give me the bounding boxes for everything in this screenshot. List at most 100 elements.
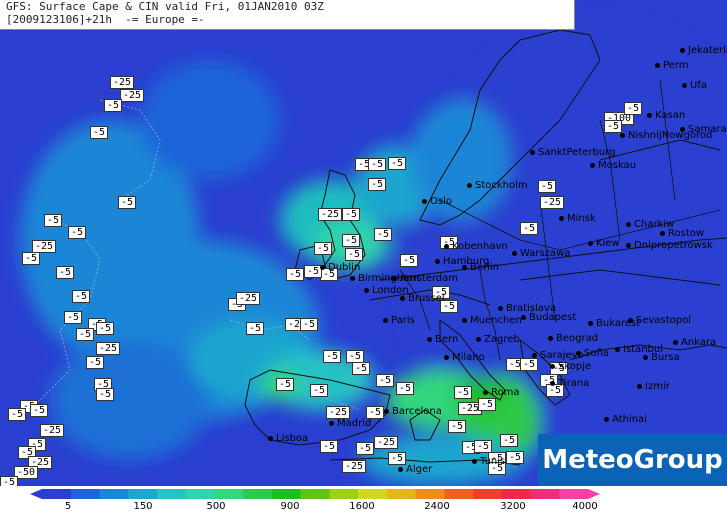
- cin-label: -5: [118, 196, 137, 209]
- city-label: Lisboa: [267, 433, 309, 444]
- cape-map: GFS: Surface Cape & CIN valid Fri, 01JAN…: [0, 0, 727, 486]
- city-label: Amsterdam: [391, 273, 459, 284]
- cin-label: -5: [500, 434, 519, 447]
- cin-label: -5: [400, 254, 419, 267]
- legend-bar: [30, 489, 600, 499]
- legend-swatch: [99, 489, 129, 499]
- legend-swatch: [559, 489, 589, 499]
- cin-label: -5: [368, 158, 387, 171]
- legend-swatch: [185, 489, 215, 499]
- map-header: GFS: Surface Cape & CIN valid Fri, 01JAN…: [0, 0, 575, 30]
- cin-label: -25: [540, 196, 565, 209]
- city-label: Minsk: [559, 213, 596, 224]
- cin-label: -5: [246, 322, 265, 335]
- legend-tick-label: 150: [133, 501, 153, 512]
- cin-label: -5: [624, 102, 643, 115]
- cin-label: -5: [604, 120, 623, 133]
- city-label: Muenchen: [462, 315, 522, 326]
- cin-label: -5: [276, 378, 295, 391]
- legend-tick-label: 1600: [349, 501, 375, 512]
- cin-label: -25: [120, 89, 145, 102]
- legend-swatch: [156, 489, 187, 499]
- cin-label: -25: [110, 76, 135, 89]
- city-label: Tunis: [471, 456, 506, 467]
- cin-label: -5: [352, 362, 371, 375]
- city-label: Milano: [444, 352, 485, 363]
- cin-label: -25: [96, 342, 121, 355]
- cin-label: -5: [342, 208, 361, 221]
- city-label: NishnijNowgorod: [619, 130, 713, 141]
- legend-swatch: [501, 489, 532, 499]
- city-label: Madrid: [328, 418, 372, 429]
- legend-swatch: [42, 489, 72, 499]
- city-label: Moskau: [589, 160, 637, 171]
- cin-label: -5: [388, 157, 407, 170]
- city-label: Sofia: [576, 348, 609, 359]
- city-label: Bukarest: [587, 318, 641, 329]
- header-title: GFS: Surface Cape & CIN valid Fri, 01JAN…: [6, 0, 324, 13]
- cin-label: -5: [396, 382, 415, 395]
- cin-label: -5: [520, 358, 539, 371]
- city-label: Kobenhavn: [444, 241, 508, 252]
- legend-tick-label: 4000: [572, 501, 598, 512]
- cin-label: -5: [342, 234, 361, 247]
- cin-label: -25: [342, 460, 367, 473]
- city-label: Warszawa: [511, 248, 571, 259]
- cin-label: -5: [8, 408, 27, 421]
- legend-swatch: [530, 489, 560, 499]
- legend-tick-label: 500: [206, 501, 226, 512]
- cin-label: -5: [76, 328, 95, 341]
- cin-label: -5: [56, 266, 75, 279]
- city-label: Skopje: [549, 361, 592, 372]
- city-label: Kasan: [646, 110, 686, 121]
- city-label: Athinai: [604, 414, 647, 425]
- city-label: Sevastopol: [627, 315, 692, 326]
- meteogroup-logo: MeteoGroup: [538, 434, 727, 486]
- legend-swatch: [473, 489, 503, 499]
- cin-label: -5: [300, 318, 319, 331]
- cin-label: -25: [318, 208, 343, 221]
- city-label: Berlin: [461, 262, 500, 273]
- cin-label: -5: [64, 311, 83, 324]
- cin-label: -5: [314, 242, 333, 255]
- legend-tick-label: 5: [64, 501, 72, 512]
- city-label: Stockholm: [467, 180, 528, 191]
- cin-label: -5: [0, 476, 19, 486]
- cin-label: -5: [368, 178, 387, 191]
- legend-swatch: [70, 489, 100, 499]
- legend-tick-label: 900: [280, 501, 300, 512]
- cin-label: -5: [286, 268, 305, 281]
- cin-label: -5: [478, 398, 497, 411]
- city-label: Perm: [655, 60, 689, 71]
- cin-label: -5: [86, 356, 105, 369]
- cin-label: -5: [376, 374, 395, 387]
- legend-swatch: [214, 489, 244, 499]
- legend-swatch: [300, 489, 330, 499]
- legend-swatch: [329, 489, 359, 499]
- cin-label: -25: [374, 436, 399, 449]
- city-label: Bursa: [643, 352, 680, 363]
- city-label: Jekaterinburg: [679, 45, 727, 56]
- city-label: SanktPeterburg: [530, 147, 616, 158]
- city-label: Alger: [397, 464, 433, 475]
- color-legend: 5 150 500 900 1600 2400 3200 4000: [0, 486, 727, 512]
- cin-label: -5: [22, 252, 41, 265]
- cin-label: -5: [356, 442, 375, 455]
- legend-arrow-left: [30, 489, 42, 499]
- city-label: Beograd: [547, 333, 599, 344]
- city-label: Dnipropetrowsk: [626, 240, 713, 251]
- cin-label: -5: [538, 180, 557, 193]
- city-label: Bern: [426, 334, 459, 345]
- cin-label: -5: [104, 99, 123, 112]
- legend-swatch: [444, 489, 474, 499]
- legend-swatch: [358, 489, 388, 499]
- legend-tick-label: 3200: [500, 501, 526, 512]
- city-label: Dublin: [319, 262, 361, 273]
- city-label: Roma: [483, 387, 520, 398]
- cin-label: -5: [30, 404, 49, 417]
- cin-label: -5: [320, 440, 339, 453]
- cin-label: -5: [323, 350, 342, 363]
- cin-label: -5: [68, 226, 87, 239]
- city-label: Ankara: [672, 337, 717, 348]
- cin-label: -5: [44, 214, 63, 227]
